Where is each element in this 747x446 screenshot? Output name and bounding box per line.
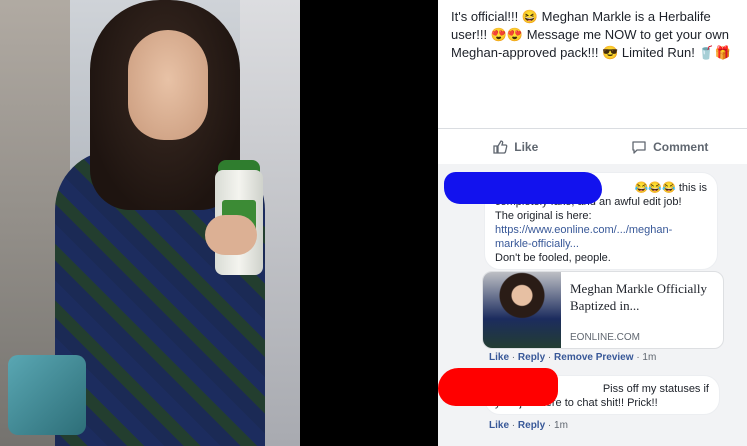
comment-meta: Like · Reply · Remove Preview · 1m <box>489 352 657 363</box>
photo-divider <box>300 0 438 446</box>
comment-link-cont[interactable]: markle-officially... <box>495 237 707 251</box>
link-thumbnail <box>483 272 561 348</box>
comment-meta: Like · Reply · 1m <box>489 420 568 431</box>
redacted-name <box>438 368 558 406</box>
like-button[interactable]: Like <box>438 129 593 164</box>
link-domain: EONLINE.COM <box>570 332 641 343</box>
link-title: Meghan Markle Officially Baptized in... <box>570 281 707 313</box>
comment-like-link[interactable]: Like <box>489 352 509 363</box>
comment-link[interactable]: https://www.eonline.com/.../meghan- <box>495 223 707 237</box>
comments-section: 😂😂😂 this is completely fake, and an awfu… <box>438 164 747 446</box>
post-actions: Like Comment <box>438 128 747 164</box>
post-panel: It's official!!! 😆 Meghan Markle is a He… <box>438 0 747 446</box>
handbag <box>8 355 86 435</box>
comment-timestamp[interactable]: 1m <box>554 420 568 431</box>
link-preview-card[interactable]: Meghan Markle Officially Baptized in... … <box>482 271 724 349</box>
comment-reply-link[interactable]: Reply <box>518 420 545 431</box>
comment-timestamp[interactable]: 1m <box>642 352 656 363</box>
post-text: It's official!!! 😆 Meghan Markle is a He… <box>451 9 731 60</box>
remove-preview-link[interactable]: Remove Preview <box>554 352 634 363</box>
redacted-name <box>444 172 602 204</box>
comment-reply-link[interactable]: Reply <box>518 352 545 363</box>
comment-button[interactable]: Comment <box>593 129 747 164</box>
comment-icon <box>631 139 647 155</box>
comment-like-link[interactable]: Like <box>489 420 509 431</box>
thumbs-up-icon <box>492 139 508 155</box>
post-photo[interactable] <box>0 0 300 446</box>
